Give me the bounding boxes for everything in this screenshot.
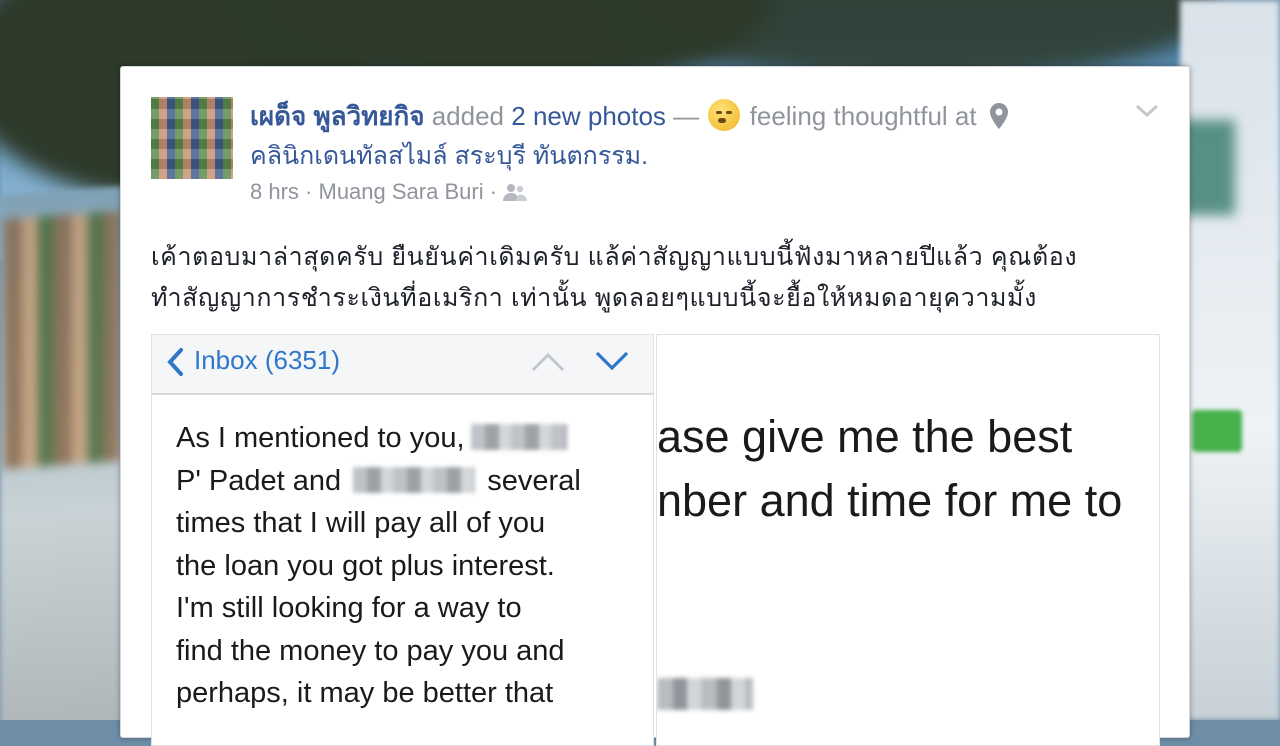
redacted-name [470,424,567,450]
timestamp[interactable]: 8 hrs [250,179,299,204]
avatar[interactable] [151,97,233,179]
cropped-line-1: ase give me the best [657,411,1073,462]
ios-mail-navbar: Inbox (6351) [152,335,653,395]
chevron-down-icon[interactable] [1134,101,1160,121]
email-line: As I mentioned to you, [176,422,465,454]
inbox-label: Inbox (6351) [194,345,340,375]
email-line: I'm still looking for a way to [176,592,522,624]
action-text: added [431,101,505,131]
email-body: As I mentioned to you, P' Padet and seve… [176,417,636,715]
redacted-name [353,466,476,493]
cropped-message: ase give me the best nber and time for m… [657,405,1122,533]
email-line: several [487,464,581,497]
email-line: perhaps, it may be better that [176,677,554,709]
email-line: times that I will pay all of you [176,507,546,539]
location-link[interactable]: คลินิกเดนทัลสไมล์ สระบุรี ทันตกรรม. [250,142,648,170]
feeling-text: feeling thoughtful at [749,101,977,131]
meta-separator-2: · [489,179,498,204]
meta-separator: · [305,179,313,204]
email-line: P' Padet and [176,464,342,497]
dash: — [673,101,700,131]
photo-email-screenshot[interactable]: Inbox (6351) As I mentioned to you, P' P… [151,334,654,746]
cropped-line-2: nber and time for me to [657,475,1123,526]
chevron-down-icon [595,351,629,371]
redacted-text [657,678,753,710]
post-meta: 8 hrs · Muang Sara Buri · [250,179,528,205]
facebook-post-card: เผด็จ พูลวิทยกิจ added 2 new photos — fe… [120,66,1190,746]
photos-link[interactable]: 2 new photos [511,101,666,131]
author-name[interactable]: เผด็จ พูลวิทยกิจ [250,101,424,131]
thoughtful-face-icon [708,99,741,131]
post-text-line-1: เค้าตอบมาล่าสุดครับ ยืนยันค่าเดิมครับ แล… [151,243,1078,271]
post-text-line-2: ทำสัญญาการชำระเงินที่อเมริกา เท่านั้น พู… [151,284,1037,312]
back-chevron-icon [167,348,183,376]
post-header: เผด็จ พูลวิทยกิจ added 2 new photos — fe… [250,99,1120,173]
email-line: the loan you got plus interest. [176,549,555,582]
map-pin-icon [989,103,1008,129]
place-link[interactable]: Muang Sara Buri [319,179,484,204]
photo-message-crop[interactable]: ase give me the best nber and time for m… [656,334,1160,746]
email-line: find the money to pay you and [176,634,565,667]
friends-icon[interactable] [503,183,528,201]
chevron-up-icon [531,352,565,372]
post-text: เค้าตอบมาล่าสุดครับ ยืนยันค่าเดิมครับ แล… [151,237,1161,319]
